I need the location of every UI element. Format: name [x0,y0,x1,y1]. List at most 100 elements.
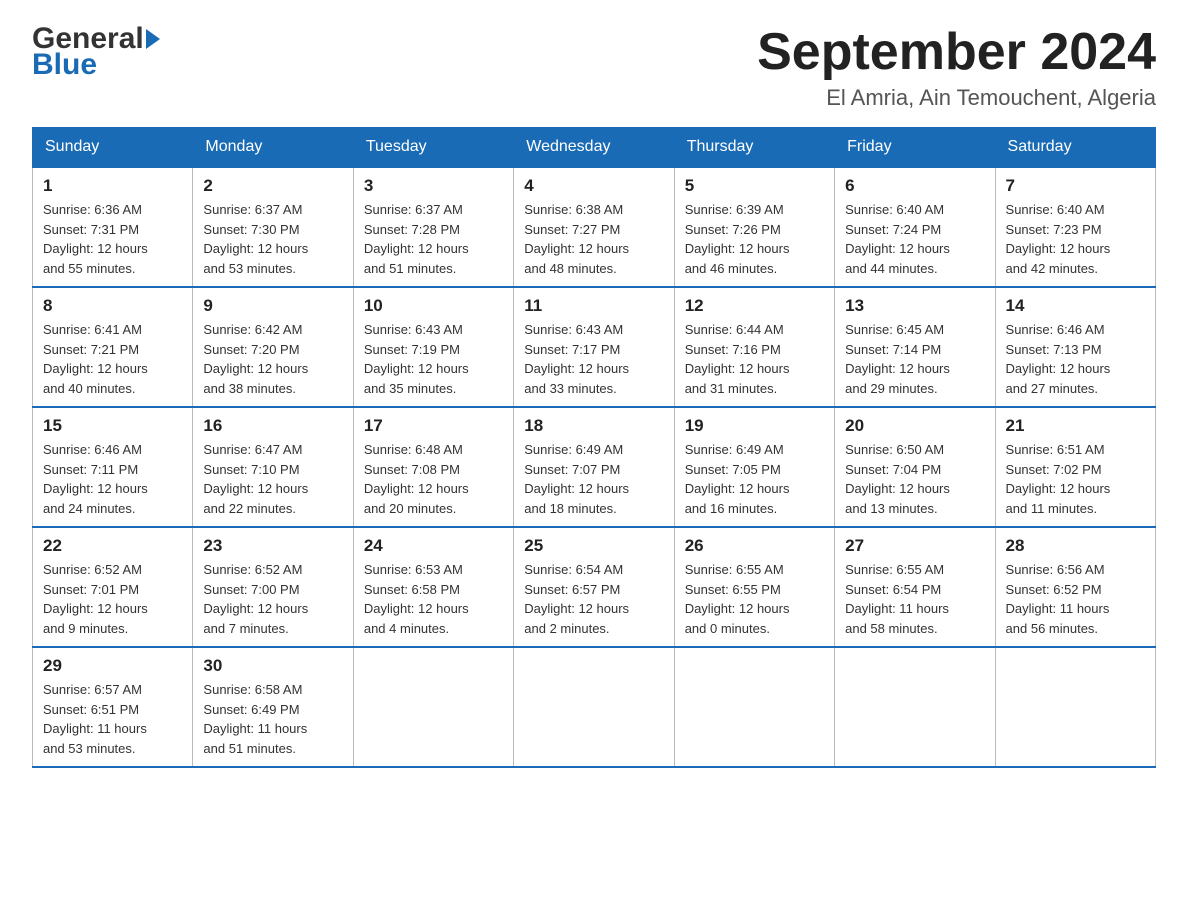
calendar-cell: 16 Sunrise: 6:47 AMSunset: 7:10 PMDaylig… [193,407,353,527]
calendar-cell: 3 Sunrise: 6:37 AMSunset: 7:28 PMDayligh… [353,167,513,287]
calendar-cell [353,647,513,767]
calendar-title: September 2024 [757,24,1156,81]
weekday-header-sunday: Sunday [33,128,193,168]
calendar-week-3: 15 Sunrise: 6:46 AMSunset: 7:11 PMDaylig… [33,407,1156,527]
day-number: 21 [1006,416,1145,436]
day-number: 26 [685,536,824,556]
weekday-header-saturday: Saturday [995,128,1155,168]
day-number: 10 [364,296,503,316]
day-number: 22 [43,536,182,556]
calendar-cell: 18 Sunrise: 6:49 AMSunset: 7:07 PMDaylig… [514,407,674,527]
day-info: Sunrise: 6:40 AMSunset: 7:23 PMDaylight:… [1006,200,1145,278]
day-info: Sunrise: 6:41 AMSunset: 7:21 PMDaylight:… [43,320,182,398]
day-info: Sunrise: 6:55 AMSunset: 6:54 PMDaylight:… [845,560,984,638]
day-number: 2 [203,176,342,196]
day-info: Sunrise: 6:42 AMSunset: 7:20 PMDaylight:… [203,320,342,398]
day-info: Sunrise: 6:52 AMSunset: 7:00 PMDaylight:… [203,560,342,638]
calendar-week-4: 22 Sunrise: 6:52 AMSunset: 7:01 PMDaylig… [33,527,1156,647]
calendar-cell: 1 Sunrise: 6:36 AMSunset: 7:31 PMDayligh… [33,167,193,287]
day-number: 18 [524,416,663,436]
day-number: 24 [364,536,503,556]
weekday-header-wednesday: Wednesday [514,128,674,168]
day-number: 15 [43,416,182,436]
day-info: Sunrise: 6:37 AMSunset: 7:28 PMDaylight:… [364,200,503,278]
day-number: 29 [43,656,182,676]
day-info: Sunrise: 6:46 AMSunset: 7:13 PMDaylight:… [1006,320,1145,398]
day-info: Sunrise: 6:36 AMSunset: 7:31 PMDaylight:… [43,200,182,278]
calendar-cell: 15 Sunrise: 6:46 AMSunset: 7:11 PMDaylig… [33,407,193,527]
calendar-cell: 8 Sunrise: 6:41 AMSunset: 7:21 PMDayligh… [33,287,193,407]
calendar-subtitle: El Amria, Ain Temouchent, Algeria [757,85,1156,111]
calendar-cell: 19 Sunrise: 6:49 AMSunset: 7:05 PMDaylig… [674,407,834,527]
day-info: Sunrise: 6:44 AMSunset: 7:16 PMDaylight:… [685,320,824,398]
calendar-cell: 27 Sunrise: 6:55 AMSunset: 6:54 PMDaylig… [835,527,995,647]
day-number: 6 [845,176,984,196]
day-info: Sunrise: 6:49 AMSunset: 7:07 PMDaylight:… [524,440,663,518]
calendar-cell: 30 Sunrise: 6:58 AMSunset: 6:49 PMDaylig… [193,647,353,767]
day-number: 7 [1006,176,1145,196]
day-number: 3 [364,176,503,196]
day-info: Sunrise: 6:47 AMSunset: 7:10 PMDaylight:… [203,440,342,518]
day-info: Sunrise: 6:57 AMSunset: 6:51 PMDaylight:… [43,680,182,758]
weekday-header-tuesday: Tuesday [353,128,513,168]
calendar-cell: 14 Sunrise: 6:46 AMSunset: 7:13 PMDaylig… [995,287,1155,407]
logo-blue-text: Blue [32,50,97,80]
day-number: 23 [203,536,342,556]
calendar-cell: 2 Sunrise: 6:37 AMSunset: 7:30 PMDayligh… [193,167,353,287]
calendar-cell [835,647,995,767]
day-number: 8 [43,296,182,316]
calendar-cell [514,647,674,767]
day-number: 12 [685,296,824,316]
day-number: 11 [524,296,663,316]
day-number: 4 [524,176,663,196]
day-number: 20 [845,416,984,436]
calendar-table: SundayMondayTuesdayWednesdayThursdayFrid… [32,127,1156,768]
calendar-cell: 4 Sunrise: 6:38 AMSunset: 7:27 PMDayligh… [514,167,674,287]
calendar-cell: 7 Sunrise: 6:40 AMSunset: 7:23 PMDayligh… [995,167,1155,287]
calendar-week-1: 1 Sunrise: 6:36 AMSunset: 7:31 PMDayligh… [33,167,1156,287]
calendar-cell: 24 Sunrise: 6:53 AMSunset: 6:58 PMDaylig… [353,527,513,647]
day-info: Sunrise: 6:43 AMSunset: 7:17 PMDaylight:… [524,320,663,398]
calendar-cell: 25 Sunrise: 6:54 AMSunset: 6:57 PMDaylig… [514,527,674,647]
calendar-week-2: 8 Sunrise: 6:41 AMSunset: 7:21 PMDayligh… [33,287,1156,407]
day-info: Sunrise: 6:43 AMSunset: 7:19 PMDaylight:… [364,320,503,398]
calendar-cell: 5 Sunrise: 6:39 AMSunset: 7:26 PMDayligh… [674,167,834,287]
calendar-cell: 21 Sunrise: 6:51 AMSunset: 7:02 PMDaylig… [995,407,1155,527]
day-info: Sunrise: 6:48 AMSunset: 7:08 PMDaylight:… [364,440,503,518]
day-info: Sunrise: 6:52 AMSunset: 7:01 PMDaylight:… [43,560,182,638]
calendar-cell: 20 Sunrise: 6:50 AMSunset: 7:04 PMDaylig… [835,407,995,527]
calendar-cell: 6 Sunrise: 6:40 AMSunset: 7:24 PMDayligh… [835,167,995,287]
logo: General Blue [32,24,160,80]
day-number: 30 [203,656,342,676]
day-info: Sunrise: 6:39 AMSunset: 7:26 PMDaylight:… [685,200,824,278]
day-number: 17 [364,416,503,436]
day-number: 19 [685,416,824,436]
day-number: 16 [203,416,342,436]
day-number: 14 [1006,296,1145,316]
calendar-cell: 28 Sunrise: 6:56 AMSunset: 6:52 PMDaylig… [995,527,1155,647]
day-info: Sunrise: 6:58 AMSunset: 6:49 PMDaylight:… [203,680,342,758]
day-number: 9 [203,296,342,316]
day-info: Sunrise: 6:56 AMSunset: 6:52 PMDaylight:… [1006,560,1145,638]
weekday-header-friday: Friday [835,128,995,168]
title-area: September 2024 El Amria, Ain Temouchent,… [757,24,1156,111]
day-number: 25 [524,536,663,556]
day-number: 27 [845,536,984,556]
day-info: Sunrise: 6:46 AMSunset: 7:11 PMDaylight:… [43,440,182,518]
page-header: General Blue September 2024 El Amria, Ai… [32,24,1156,111]
day-number: 1 [43,176,182,196]
day-info: Sunrise: 6:54 AMSunset: 6:57 PMDaylight:… [524,560,663,638]
day-info: Sunrise: 6:37 AMSunset: 7:30 PMDaylight:… [203,200,342,278]
weekday-header-monday: Monday [193,128,353,168]
calendar-cell: 9 Sunrise: 6:42 AMSunset: 7:20 PMDayligh… [193,287,353,407]
weekday-header-thursday: Thursday [674,128,834,168]
logo-triangle-icon [146,29,160,49]
calendar-cell: 23 Sunrise: 6:52 AMSunset: 7:00 PMDaylig… [193,527,353,647]
day-info: Sunrise: 6:51 AMSunset: 7:02 PMDaylight:… [1006,440,1145,518]
day-number: 13 [845,296,984,316]
day-info: Sunrise: 6:38 AMSunset: 7:27 PMDaylight:… [524,200,663,278]
calendar-cell: 11 Sunrise: 6:43 AMSunset: 7:17 PMDaylig… [514,287,674,407]
day-info: Sunrise: 6:49 AMSunset: 7:05 PMDaylight:… [685,440,824,518]
day-info: Sunrise: 6:50 AMSunset: 7:04 PMDaylight:… [845,440,984,518]
day-info: Sunrise: 6:45 AMSunset: 7:14 PMDaylight:… [845,320,984,398]
